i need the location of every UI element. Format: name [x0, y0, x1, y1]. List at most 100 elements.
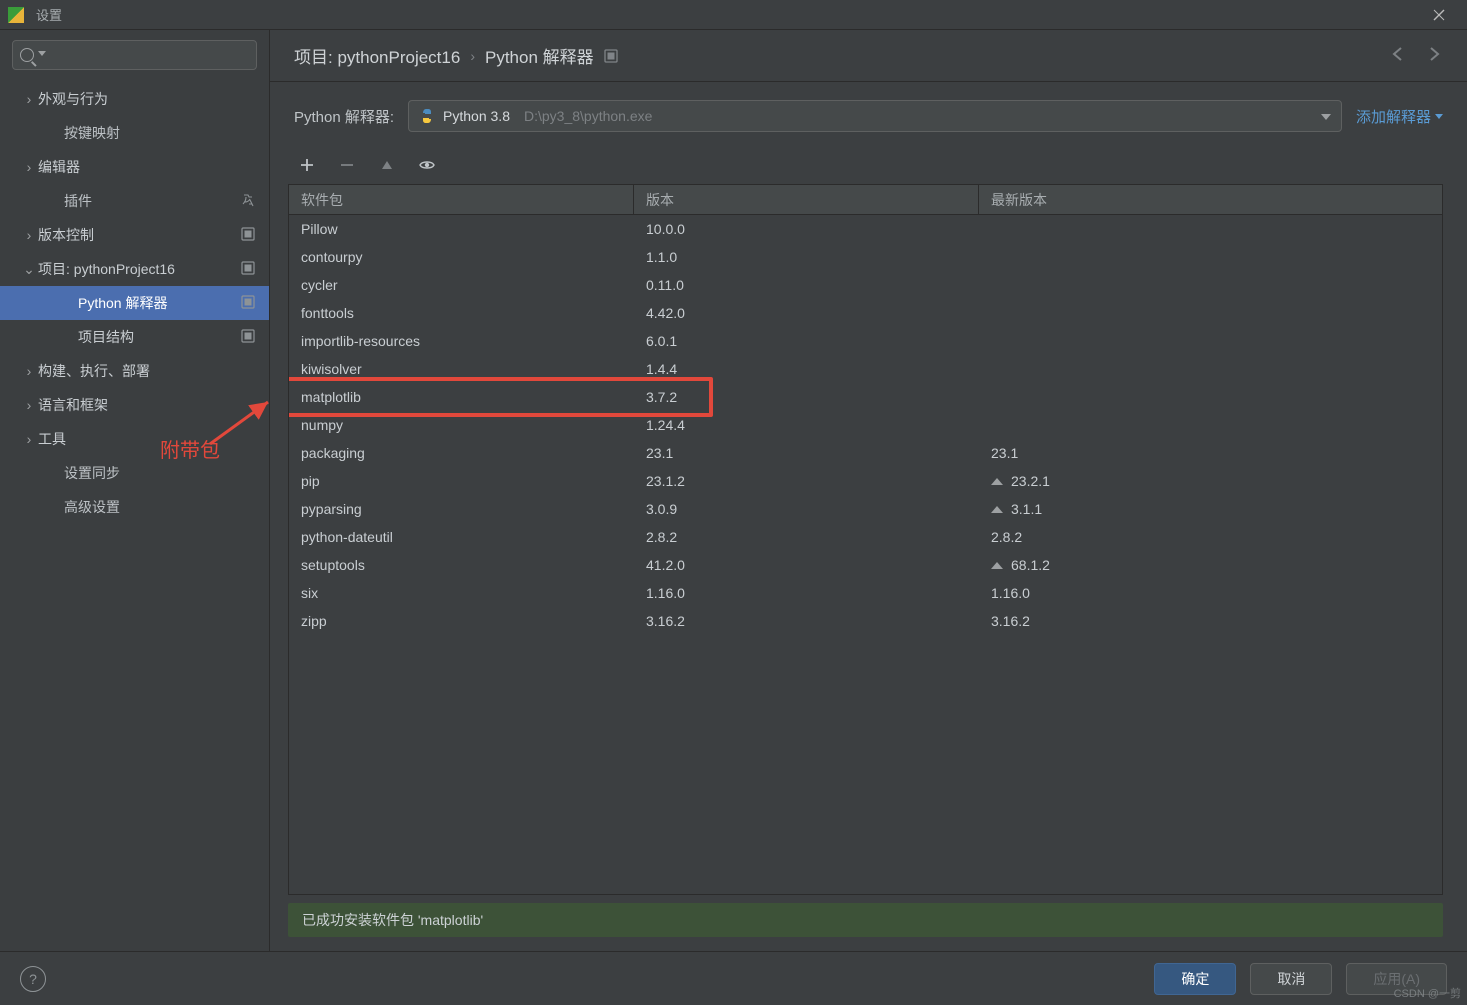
- sidebar-item[interactable]: ›版本控制: [0, 218, 269, 252]
- cell-version: 23.1.2: [634, 467, 979, 495]
- language-icon: [241, 193, 255, 210]
- table-row[interactable]: pyparsing3.0.9 3.1.1: [289, 495, 1442, 523]
- cell-latest: [979, 215, 1442, 243]
- cell-package: zipp: [289, 607, 634, 635]
- cell-version: 23.1: [634, 439, 979, 467]
- sidebar-item-label: 版本控制: [38, 225, 94, 245]
- upgrade-package-button[interactable]: [374, 152, 400, 178]
- sidebar-item[interactable]: ⌄项目: pythonProject16: [0, 252, 269, 286]
- ok-button[interactable]: 确定: [1154, 963, 1236, 995]
- cell-latest-text: 3.1.1: [1011, 501, 1042, 517]
- cancel-button[interactable]: 取消: [1250, 963, 1332, 995]
- search-input[interactable]: [12, 40, 257, 70]
- nav-back-button[interactable]: [1389, 45, 1407, 66]
- chevron-icon: ›: [20, 91, 38, 107]
- package-table-header: 软件包 版本 最新版本: [289, 185, 1442, 215]
- table-row[interactable]: zipp3.16.23.16.2: [289, 607, 1442, 635]
- sidebar-item[interactable]: 高级设置: [0, 490, 269, 524]
- cell-package: six: [289, 579, 634, 607]
- table-row[interactable]: fonttools4.42.0: [289, 299, 1442, 327]
- sidebar-item-label: 语言和框架: [38, 395, 108, 415]
- cell-version: 1.24.4: [634, 411, 979, 439]
- sidebar-item-label: 插件: [64, 191, 92, 211]
- sidebar-item[interactable]: 插件: [0, 184, 269, 218]
- cell-version: 1.16.0: [634, 579, 979, 607]
- cell-latest: [979, 327, 1442, 355]
- sidebar-item-label: 构建、执行、部署: [38, 361, 150, 381]
- cell-version: 2.8.2: [634, 523, 979, 551]
- breadcrumb-item-1[interactable]: 项目: pythonProject16: [294, 43, 460, 68]
- table-row[interactable]: python-dateutil2.8.22.8.2: [289, 523, 1442, 551]
- sidebar-item-label: 项目: pythonProject16: [38, 259, 175, 279]
- cell-package: matplotlib: [289, 383, 634, 411]
- sidebar-item-label: 项目结构: [78, 327, 134, 347]
- cell-version: 3.0.9: [634, 495, 979, 523]
- apply-button[interactable]: 应用(A): [1346, 963, 1447, 995]
- cell-latest: 23.2.1: [979, 467, 1442, 495]
- sidebar-item[interactable]: 按键映射: [0, 116, 269, 150]
- chevron-icon: ›: [20, 363, 38, 379]
- show-early-releases-button[interactable]: [414, 152, 440, 178]
- header-version[interactable]: 版本: [634, 185, 979, 214]
- breadcrumb-sep: ›: [470, 48, 475, 64]
- sidebar-item-label: 外观与行为: [38, 89, 108, 109]
- table-row[interactable]: setuptools41.2.068.1.2: [289, 551, 1442, 579]
- sidebar-item[interactable]: 项目结构: [0, 320, 269, 354]
- cell-latest-text: 23.2.1: [1011, 473, 1050, 489]
- help-button[interactable]: ?: [20, 966, 46, 992]
- table-row[interactable]: numpy1.24.4: [289, 411, 1442, 439]
- interpreter-select[interactable]: Python 3.8 D:\py3_8\python.exe: [408, 100, 1342, 132]
- table-row[interactable]: importlib-resources6.0.1: [289, 327, 1442, 355]
- sidebar-item[interactable]: ›构建、执行、部署: [0, 354, 269, 388]
- dialog-footer: ? 确定 取消 应用(A): [0, 951, 1467, 1005]
- chevron-down-icon: [1435, 114, 1443, 119]
- package-toolbar: [270, 142, 1467, 184]
- table-row[interactable]: Pillow10.0.0: [289, 215, 1442, 243]
- sidebar-item[interactable]: ›外观与行为: [0, 82, 269, 116]
- settings-tree: ›外观与行为按键映射›编辑器插件›版本控制⌄项目: pythonProject1…: [0, 78, 269, 951]
- cell-version: 1.1.0: [634, 243, 979, 271]
- sidebar-item[interactable]: Python 解释器: [0, 286, 269, 320]
- cell-package: pip: [289, 467, 634, 495]
- table-row[interactable]: kiwisolver1.4.4: [289, 355, 1442, 383]
- table-row[interactable]: contourpy1.1.0: [289, 243, 1442, 271]
- sidebar-item-label: Python 解释器: [78, 293, 167, 313]
- cell-version: 4.42.0: [634, 299, 979, 327]
- table-row[interactable]: pip23.1.2 23.2.1: [289, 467, 1442, 495]
- add-interpreter-link[interactable]: 添加解释器: [1356, 106, 1443, 127]
- cell-latest-text: 2.8.2: [991, 529, 1022, 545]
- sidebar-item[interactable]: 设置同步: [0, 456, 269, 490]
- breadcrumb: 项目: pythonProject16 › Python 解释器: [270, 30, 1467, 82]
- cell-latest-text: 23.1: [991, 445, 1018, 461]
- sidebar-item-label: 工具: [38, 429, 66, 449]
- header-package[interactable]: 软件包: [289, 185, 634, 214]
- cell-latest: [979, 299, 1442, 327]
- status-bar: 已成功安装软件包 'matplotlib': [288, 903, 1443, 937]
- chevron-icon: ›: [20, 159, 38, 175]
- interpreter-path: D:\py3_8\python.exe: [524, 108, 652, 124]
- sidebar-item[interactable]: ›工具: [0, 422, 269, 456]
- add-interpreter-label: 添加解释器: [1356, 106, 1431, 127]
- table-row[interactable]: cycler0.11.0: [289, 271, 1442, 299]
- breadcrumb-item-2: Python 解释器: [485, 43, 594, 68]
- nav-forward-button[interactable]: [1425, 45, 1443, 66]
- upgrade-icon: [991, 562, 1003, 569]
- remove-package-button[interactable]: [334, 152, 360, 178]
- cell-version: 10.0.0: [634, 215, 979, 243]
- table-row[interactable]: packaging23.123.1: [289, 439, 1442, 467]
- python-icon: [419, 108, 435, 124]
- chevron-icon: ›: [20, 431, 38, 447]
- add-package-button[interactable]: [294, 152, 320, 178]
- cell-latest: 3.1.1: [979, 495, 1442, 523]
- cell-latest: 1.16.0: [979, 579, 1442, 607]
- chevron-icon: ›: [20, 397, 38, 413]
- close-button[interactable]: [1419, 0, 1459, 30]
- cell-package: pyparsing: [289, 495, 634, 523]
- header-latest[interactable]: 最新版本: [979, 185, 1442, 214]
- sidebar-item[interactable]: ›编辑器: [0, 150, 269, 184]
- table-row[interactable]: six1.16.01.16.0: [289, 579, 1442, 607]
- search-dropdown-icon: [38, 51, 46, 56]
- table-row[interactable]: matplotlib3.7.2: [289, 383, 1442, 411]
- search-icon: [20, 48, 34, 62]
- sidebar-item[interactable]: ›语言和框架: [0, 388, 269, 422]
